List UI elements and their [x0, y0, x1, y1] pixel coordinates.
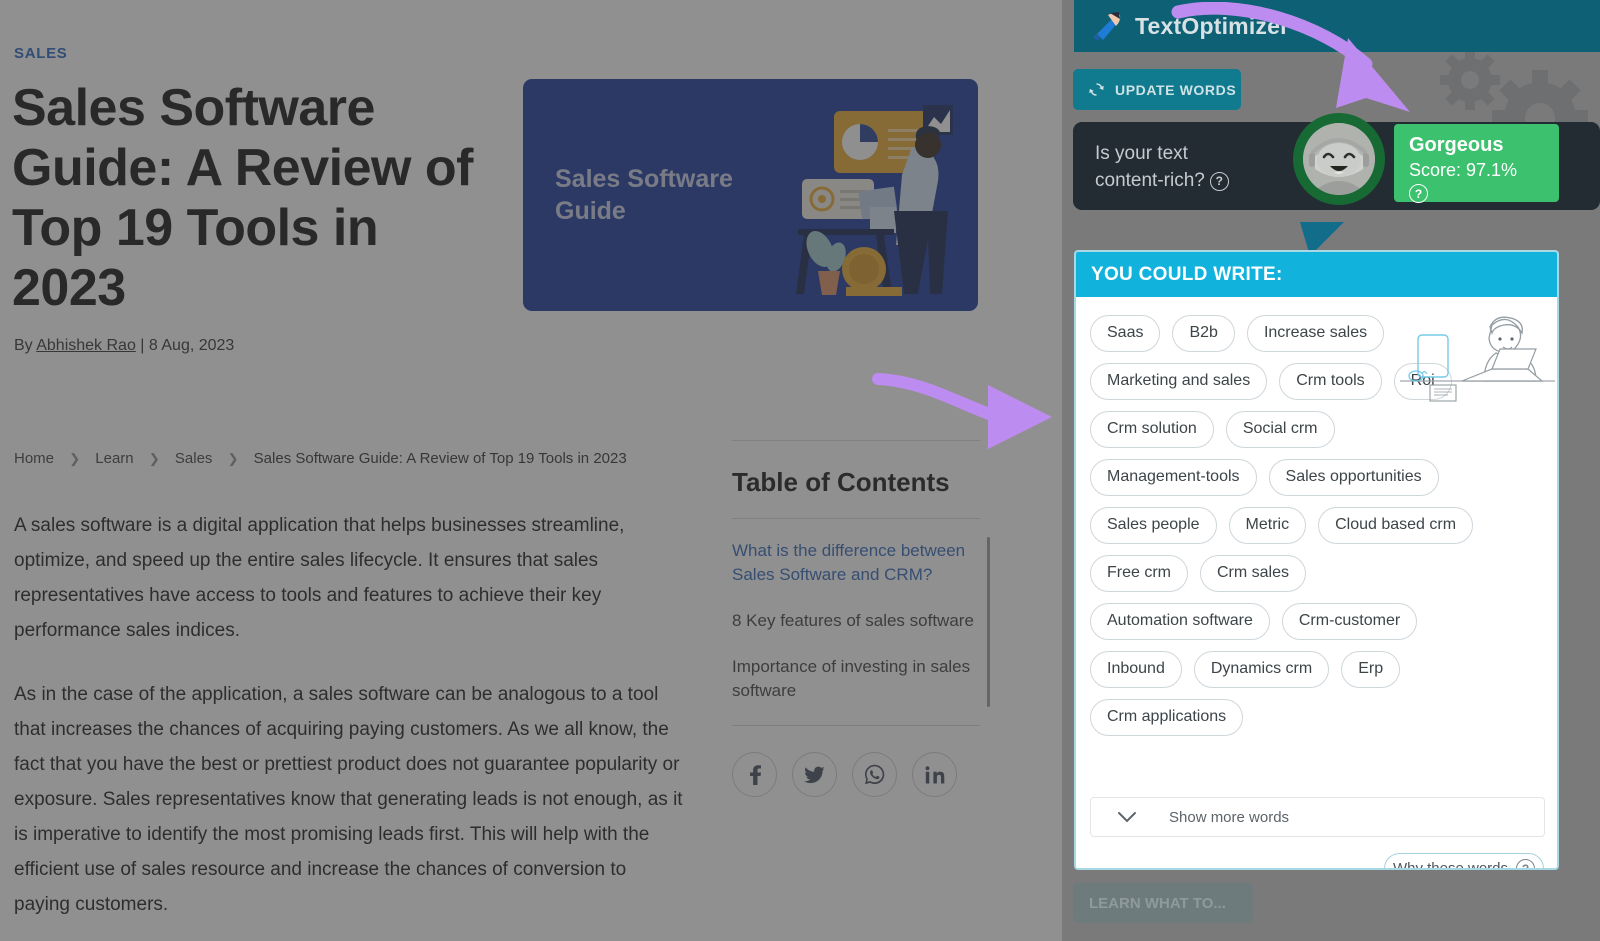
- question-mark-icon[interactable]: ?: [1409, 184, 1428, 203]
- toc-list: What is the difference between Sales Sof…: [732, 519, 990, 707]
- chevron-right-icon: ❯: [148, 451, 160, 466]
- refresh-icon: [1089, 83, 1104, 96]
- word-chip[interactable]: Automation software: [1090, 603, 1270, 640]
- linkedin-icon[interactable]: [912, 752, 957, 797]
- bottom-action-button[interactable]: LEARN WHAT TO...: [1073, 883, 1253, 923]
- breadcrumb-item-1[interactable]: Learn: [95, 450, 133, 467]
- whatsapp-icon[interactable]: [852, 752, 897, 797]
- show-more-words-button[interactable]: Show more words: [1090, 797, 1545, 837]
- score-verdict: Gorgeous: [1409, 134, 1504, 156]
- chevron-right-icon: ❯: [69, 451, 81, 466]
- rocket-pencil-logo-icon: [1088, 9, 1122, 43]
- score-question: Is your text content-rich??: [1095, 140, 1295, 194]
- hero-illustration: [796, 105, 953, 296]
- word-chip[interactable]: Social crm: [1225, 411, 1335, 448]
- screenshot-root: SALES Sales Software Guide: A Review of …: [0, 0, 1600, 941]
- score-question-line1: Is your text: [1095, 143, 1188, 164]
- article-paragraph: As in the case of the application, a sal…: [14, 684, 683, 915]
- question-mark-icon[interactable]: ?: [1209, 171, 1229, 191]
- article-content: SALES Sales Software Guide: A Review of …: [0, 0, 1060, 941]
- panel-header: TextOptimizer: [1074, 0, 1600, 52]
- word-chip[interactable]: Sales people: [1090, 507, 1217, 544]
- word-chip[interactable]: Management-tools: [1090, 459, 1257, 496]
- toc-item[interactable]: 8 Key features of sales software: [732, 609, 982, 633]
- word-chip[interactable]: Inbound: [1090, 651, 1182, 688]
- breadcrumb: Home ❯ Learn ❯ Sales ❯ Sales Software Gu…: [14, 450, 627, 467]
- byline-date: | 8 Aug, 2023: [135, 337, 235, 354]
- word-chip[interactable]: Marketing and sales: [1090, 363, 1268, 400]
- page-title: Sales Software Guide: A Review of Top 19…: [12, 79, 473, 317]
- bottom-action-label: LEARN WHAT TO...: [1089, 894, 1226, 912]
- word-chip[interactable]: Sales opportunities: [1268, 459, 1439, 496]
- why-these-words-label: Why these words: [1392, 860, 1509, 870]
- toc-scrollbar[interactable]: [987, 537, 990, 707]
- show-more-words-label: Show more words: [1169, 808, 1290, 826]
- byline: By Abhishek Rao | 8 Aug, 2023: [14, 337, 234, 355]
- breadcrumb-item-2[interactable]: Sales: [175, 450, 213, 467]
- word-chip[interactable]: Saas: [1090, 315, 1161, 352]
- article-paragraph: A sales software is a digital applicatio…: [14, 515, 625, 641]
- article-body: A sales software is a digital applicatio…: [14, 508, 686, 941]
- facebook-icon[interactable]: [732, 752, 777, 797]
- share-row: [732, 726, 982, 797]
- robot-avatar: [1293, 113, 1385, 205]
- breadcrumb-item-3: Sales Software Guide: A Review of Top 19…: [253, 450, 627, 467]
- article-category[interactable]: SALES: [14, 45, 68, 62]
- word-chip[interactable]: Cloud based crm: [1318, 507, 1474, 544]
- update-words-button[interactable]: UPDATE WORDS: [1073, 69, 1241, 110]
- woman-at-laptop-illustration: [1400, 316, 1555, 402]
- toc-item[interactable]: What is the difference between Sales Sof…: [732, 539, 982, 587]
- breadcrumb-item-0[interactable]: Home: [14, 450, 54, 467]
- suggested-words-card: YOU COULD WRITE: Saas B2b Increase sales…: [1074, 250, 1559, 870]
- word-chip[interactable]: Erp: [1341, 651, 1401, 688]
- word-chip[interactable]: Crm tools: [1279, 363, 1382, 400]
- chevron-down-icon: [1118, 812, 1136, 823]
- word-chip[interactable]: B2b: [1172, 315, 1235, 352]
- suggested-words-header: YOU COULD WRITE:: [1076, 252, 1557, 297]
- word-chip[interactable]: Crm sales: [1200, 555, 1307, 592]
- score-badge: Gorgeous Score: 97.1% ?: [1394, 124, 1559, 203]
- word-chip[interactable]: Crm applications: [1090, 699, 1244, 736]
- author-link[interactable]: Abhishek Rao: [36, 337, 136, 354]
- twitter-icon[interactable]: [792, 752, 837, 797]
- word-chip[interactable]: Crm-customer: [1281, 603, 1418, 640]
- panel-title: TextOptimizer: [1135, 12, 1290, 39]
- hero-banner: Sales Software Guide: [523, 79, 978, 311]
- chevron-right-icon: ❯: [227, 451, 239, 466]
- word-chip[interactable]: Increase sales: [1246, 315, 1385, 352]
- toc-title: Table of Contents: [732, 467, 950, 497]
- word-chip[interactable]: Metric: [1228, 507, 1307, 544]
- word-chip[interactable]: Dynamics crm: [1193, 651, 1330, 688]
- suggested-words-body: Saas B2b Increase sales Marketing and sa…: [1076, 297, 1557, 868]
- byline-prefix: By: [14, 337, 37, 354]
- score-question-line2: content-rich?: [1095, 170, 1205, 191]
- update-words-label: UPDATE WORDS: [1115, 81, 1237, 98]
- table-of-contents: Table of Contents What is the difference…: [732, 440, 990, 797]
- word-chip[interactable]: Crm solution: [1090, 411, 1214, 448]
- why-these-words-button[interactable]: Why these words ?: [1384, 853, 1544, 870]
- toc-item[interactable]: Importance of investing in sales softwar…: [732, 655, 982, 703]
- word-chip[interactable]: Free crm: [1090, 555, 1188, 592]
- question-mark-icon: ?: [1516, 859, 1536, 868]
- score-value: Score: 97.1%: [1409, 160, 1518, 180]
